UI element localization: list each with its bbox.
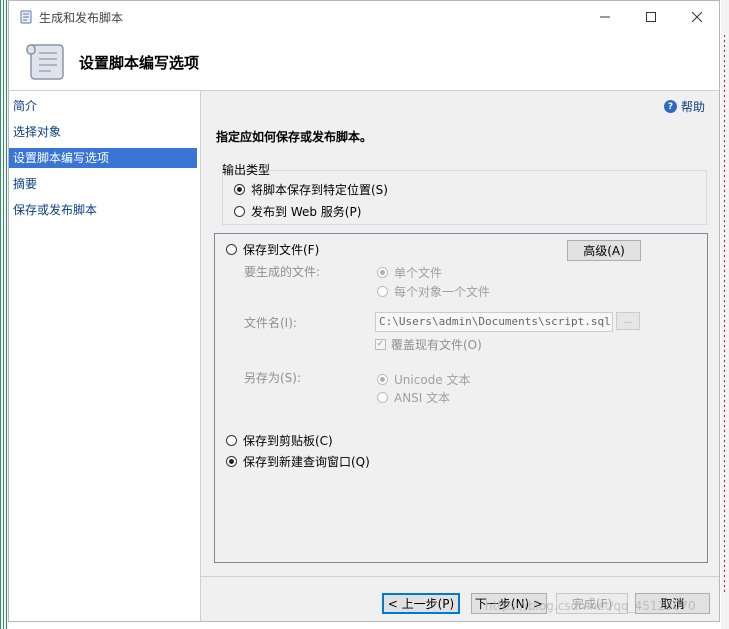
- radio-label: 保存到文件(F): [243, 243, 320, 257]
- radio-label: 将脚本保存到特定位置(S): [251, 183, 388, 197]
- previous-button[interactable]: < 上一步(P): [382, 593, 460, 614]
- radio-indicator: [226, 435, 237, 446]
- filename-label: 文件名(I):: [244, 316, 297, 330]
- radio-indicator: [226, 244, 237, 255]
- close-icon: [691, 11, 703, 22]
- browse-button[interactable]: ...: [616, 312, 640, 330]
- background-left-strip: [0, 0, 8, 629]
- instruction-text: 指定应如何保存或发布脚本。: [216, 130, 373, 144]
- save-to-clipboard-radio[interactable]: 保存到剪贴板(C): [226, 432, 333, 449]
- radio-indicator: [377, 286, 388, 297]
- footer-divider: [200, 576, 719, 577]
- sidebar-item-summary[interactable]: 摘要: [9, 174, 197, 194]
- sidebar-item-script-options[interactable]: 设置脚本编写选项: [9, 148, 197, 168]
- save-to-file-radio[interactable]: 保存到文件(F): [226, 241, 319, 258]
- maximize-icon: [646, 11, 656, 22]
- background-right-strip: [721, 0, 729, 629]
- page-header: 设置脚本编写选项: [9, 32, 719, 91]
- radio-label: Unicode 文本: [394, 373, 471, 387]
- filename-input[interactable]: C:\Users\admin\Documents\script.sql: [375, 312, 613, 332]
- sidebar-item-select-objects[interactable]: 选择对象: [9, 122, 197, 142]
- unicode-text-radio[interactable]: Unicode 文本: [377, 371, 470, 388]
- close-button[interactable]: [674, 1, 720, 32]
- advanced-button[interactable]: 高级(A): [567, 240, 641, 261]
- radio-label: 保存到新建查询窗口(Q): [243, 455, 370, 469]
- window-title: 生成和发布脚本: [39, 11, 124, 25]
- sidebar-item-save-publish[interactable]: 保存或发布脚本: [9, 200, 197, 220]
- checkbox-checked-indicator: ✓: [375, 339, 386, 350]
- radio-label: 发布到 Web 服务(P): [251, 205, 362, 219]
- single-file-radio[interactable]: 单个文件: [377, 264, 442, 281]
- save-to-location-radio[interactable]: 将脚本保存到特定位置(S): [234, 181, 388, 198]
- save-to-new-query-radio[interactable]: 保存到新建查询窗口(Q): [226, 453, 370, 470]
- radio-label: 每个对象一个文件: [394, 285, 491, 299]
- file-per-object-radio[interactable]: 每个对象一个文件: [377, 283, 490, 300]
- radio-indicator: [377, 392, 388, 403]
- radio-indicator: [234, 206, 245, 217]
- dialog-window: 生成和发布脚本 设置脚本编写选项 简介 选择对象 设置脚本编写选项 摘要 保存或…: [8, 0, 720, 622]
- files-to-generate-label: 要生成的文件:: [244, 265, 321, 279]
- radio-label: 保存到剪贴板(C): [243, 434, 333, 448]
- save-as-label: 另存为(S):: [244, 371, 302, 385]
- radio-checked-indicator: [377, 374, 388, 385]
- script-scroll-icon: [20, 10, 32, 24]
- help-link[interactable]: ? 帮助: [664, 98, 705, 115]
- maximize-button[interactable]: [628, 1, 674, 32]
- radio-checked-indicator: [377, 267, 388, 278]
- publish-web-service-radio[interactable]: 发布到 Web 服务(P): [234, 203, 361, 220]
- radio-checked-indicator: [226, 456, 237, 467]
- page-title: 设置脚本编写选项: [79, 54, 200, 72]
- help-label: 帮助: [681, 100, 706, 114]
- minimize-icon: [600, 16, 610, 17]
- wizard-sidebar: 简介 选择对象 设置脚本编写选项 摘要 保存或发布脚本: [9, 91, 201, 621]
- sidebar-item-intro[interactable]: 简介: [9, 96, 197, 116]
- watermark-text: https://blog.csdn.net/qq_45123070: [485, 599, 696, 613]
- minimize-button[interactable]: [582, 1, 628, 32]
- radio-label: ANSI 文本: [394, 391, 451, 405]
- title-bar[interactable]: 生成和发布脚本: [9, 1, 719, 32]
- radio-checked-indicator: [234, 184, 245, 195]
- overwrite-checkbox[interactable]: ✓ 覆盖现有文件(O): [375, 336, 482, 353]
- checkbox-label: 覆盖现有文件(O): [391, 338, 482, 352]
- radio-label: 单个文件: [394, 266, 443, 280]
- output-type-label: 输出类型: [222, 163, 271, 177]
- script-scroll-icon: [26, 44, 64, 80]
- help-icon: ?: [664, 100, 677, 113]
- ansi-text-radio[interactable]: ANSI 文本: [377, 389, 450, 406]
